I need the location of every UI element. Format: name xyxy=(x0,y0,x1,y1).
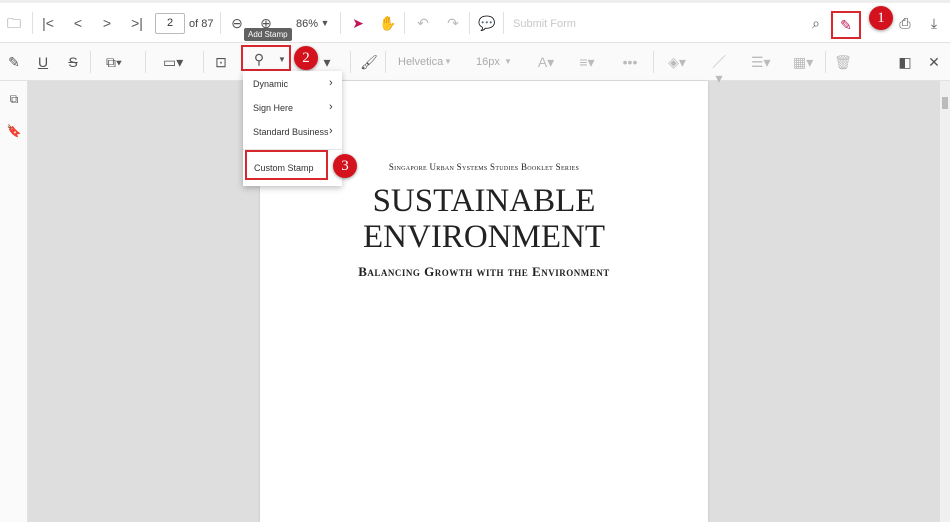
divider xyxy=(503,12,504,34)
chevron-right-icon: › xyxy=(329,125,333,137)
comment-icon[interactable]: 💬 xyxy=(478,15,496,31)
measure-icon[interactable]: ▭▾ xyxy=(163,54,183,70)
left-sidebar: ⧉ 🔖 xyxy=(0,81,28,522)
thickness-icon[interactable]: ☰▾ xyxy=(751,54,771,70)
pan-hand-icon[interactable]: ✋ xyxy=(379,15,397,31)
annotation-toolbar: ✎ U S ⧉▾ ▭▾ ⊡ ⚲ ▼ 2 ▾ 🖌 Helvetica ▼ 16px … xyxy=(0,43,950,86)
signature-icon[interactable]: ▾ xyxy=(318,54,336,70)
divider xyxy=(350,51,351,73)
divider xyxy=(203,51,204,73)
first-page-icon[interactable]: |< xyxy=(39,15,57,31)
divider xyxy=(90,51,91,73)
fill-color-icon[interactable]: ◈▾ xyxy=(668,54,686,70)
zoom-dropdown[interactable]: 86% xyxy=(296,18,318,30)
divider xyxy=(404,12,405,34)
divider xyxy=(220,12,221,34)
previous-page-icon[interactable]: < xyxy=(69,15,87,31)
divider xyxy=(825,51,826,73)
text-align-icon[interactable]: ≡▾ xyxy=(578,54,596,70)
main-toolbar: 🗀 |< < > >| 2 of 87 ⊖ ⊕ 86% ▼ ➤ ✋ ↶ ↷ 💬 … xyxy=(0,0,950,43)
redo-icon[interactable]: ↷ xyxy=(444,15,462,31)
chevron-down-icon: ▼ xyxy=(444,57,452,66)
delete-icon[interactable]: 🗑 xyxy=(834,54,852,70)
document-title-line1: SUSTAINABLE xyxy=(372,183,596,219)
highlight-icon[interactable]: ✎ xyxy=(5,54,23,70)
step-badge-2: 2 xyxy=(294,46,318,70)
chevron-down-icon[interactable]: ▼ xyxy=(316,15,334,31)
page-total: of 87 xyxy=(189,18,214,30)
divider xyxy=(32,12,33,34)
menu-item-custom-stamp[interactable]: Custom Stamp xyxy=(245,150,328,180)
chevron-down-icon: ▼ xyxy=(504,57,512,66)
add-stamp-button[interactable]: ⚲ ▼ xyxy=(241,45,291,71)
more-options-icon[interactable]: ••• xyxy=(621,54,639,70)
font-size-dropdown[interactable]: 16px xyxy=(476,56,500,68)
document-subtitle: Balancing Growth with the Environment xyxy=(358,264,610,279)
stamp-icon: ⚲ xyxy=(253,51,265,67)
font-color-icon[interactable]: A▾ xyxy=(537,54,555,70)
search-icon[interactable]: ⌕ xyxy=(807,15,825,31)
menu-item-label: Standard Business xyxy=(253,127,329,137)
edit-annotation-button[interactable]: ✎ xyxy=(831,11,861,39)
scrollbar-thumb[interactable] xyxy=(942,97,948,109)
divider xyxy=(385,51,386,73)
print-icon[interactable]: ⎙ xyxy=(896,15,914,31)
shapes-icon[interactable]: ⧉▾ xyxy=(105,54,123,70)
stroke-color-icon[interactable]: ／▾ xyxy=(710,54,728,86)
open-folder-icon[interactable]: 🗀 xyxy=(5,15,23,31)
properties-panel-icon[interactable]: ◧ xyxy=(896,54,914,70)
ink-icon[interactable]: 🖌 xyxy=(360,54,378,70)
chevron-right-icon: › xyxy=(329,77,333,89)
next-page-icon[interactable]: > xyxy=(98,15,116,31)
page-thumbnails-icon[interactable]: ⧉ xyxy=(5,91,23,107)
page-number-input[interactable]: 2 xyxy=(155,13,185,34)
chevron-right-icon: › xyxy=(329,101,333,113)
document-title-line2: ENVIRONMENT xyxy=(363,219,605,255)
step-badge-3: 3 xyxy=(333,154,357,178)
tooltip: Add Stamp xyxy=(244,28,292,41)
underline-icon[interactable]: U xyxy=(34,54,52,70)
menu-item-label: Dynamic xyxy=(253,79,289,89)
bookmark-icon[interactable]: 🔖 xyxy=(5,123,23,139)
submit-form-button[interactable]: Submit Form xyxy=(513,18,576,30)
edit-annotation-icon: ✎ xyxy=(840,17,852,33)
menu-item-label: Custom Stamp xyxy=(254,163,314,173)
free-text-icon[interactable]: ⊡ xyxy=(212,54,230,70)
font-family-dropdown[interactable]: Helvetica xyxy=(398,56,443,68)
download-icon[interactable]: ⤓ xyxy=(925,15,943,31)
vertical-scrollbar[interactable] xyxy=(940,81,950,522)
strikethrough-icon[interactable]: S xyxy=(64,54,82,70)
stamp-menu: Dynamic › Sign Here › Standard Business › C… xyxy=(243,71,342,186)
undo-icon[interactable]: ↶ xyxy=(414,15,432,31)
close-icon[interactable]: ✕ xyxy=(925,54,943,70)
step-badge-1: 1 xyxy=(869,6,893,30)
menu-item-label: Sign Here xyxy=(253,103,294,113)
last-page-icon[interactable]: >| xyxy=(128,15,146,31)
divider xyxy=(145,51,146,73)
divider xyxy=(653,51,654,73)
chevron-down-icon: ▼ xyxy=(278,55,286,64)
divider xyxy=(340,12,341,34)
divider xyxy=(469,12,470,34)
select-pointer-icon[interactable]: ➤ xyxy=(349,15,367,31)
opacity-icon[interactable]: ▦▾ xyxy=(793,54,813,70)
